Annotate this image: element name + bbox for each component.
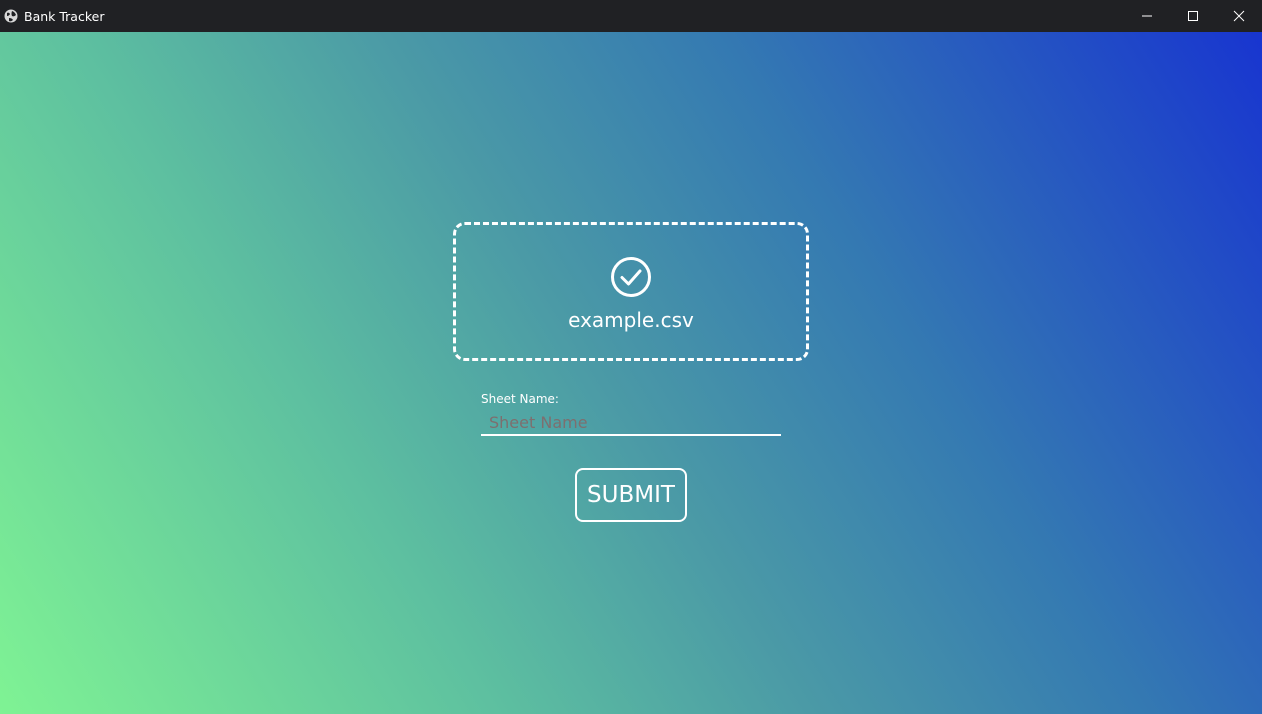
window-title: Bank Tracker: [24, 8, 105, 24]
submit-button[interactable]: SUBMIT: [575, 468, 687, 522]
window-controls: [1124, 0, 1262, 32]
minimize-button[interactable]: [1124, 0, 1170, 32]
sheet-name-field: Sheet Name:: [481, 392, 781, 436]
globe-icon: [4, 9, 18, 23]
sheet-name-input[interactable]: [481, 410, 781, 436]
selected-file-name: example.csv: [568, 307, 694, 332]
minimize-icon: [1142, 15, 1152, 17]
sheet-name-label: Sheet Name:: [481, 392, 559, 406]
file-dropzone[interactable]: example.csv: [453, 222, 809, 361]
maximize-icon: [1188, 11, 1198, 21]
close-icon: [1233, 10, 1245, 22]
app-window: Bank Tracker example.csv Sheet Name: She…: [0, 0, 1262, 714]
title-bar[interactable]: Bank Tracker: [0, 0, 1262, 32]
check-circle-icon: [611, 256, 651, 297]
maximize-button[interactable]: [1170, 0, 1216, 32]
main-content: example.csv Sheet Name: SUBMIT: [0, 32, 1262, 714]
close-button[interactable]: [1216, 0, 1262, 32]
